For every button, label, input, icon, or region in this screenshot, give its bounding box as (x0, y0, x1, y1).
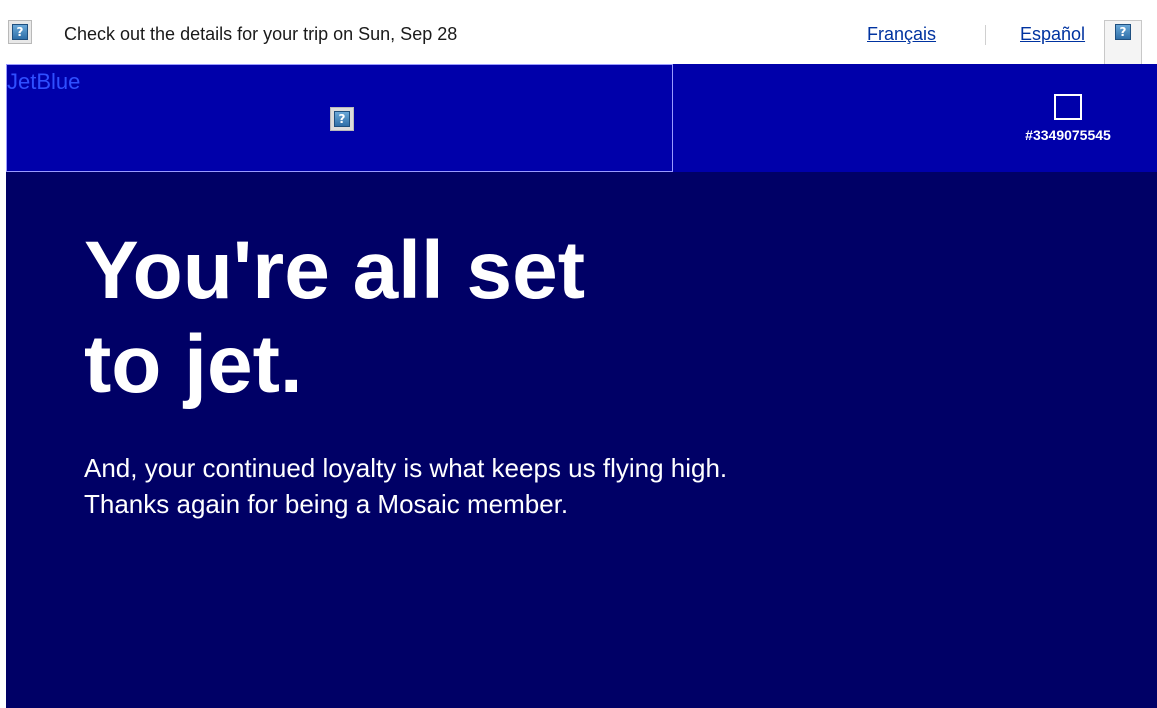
header-nav: JetBlue ? #3349075545 (6, 64, 1157, 172)
logo-link[interactable]: JetBlue ? (6, 64, 673, 172)
broken-image-icon: ? (8, 20, 32, 44)
broken-image-icon: ? (1104, 20, 1142, 66)
logo-alt-text: JetBlue (7, 69, 81, 94)
hero-section: You're all set to jet. And, your continu… (6, 172, 1157, 708)
member-icon (1054, 94, 1082, 120)
broken-image-icon: ? (330, 107, 354, 131)
hero-body: And, your continued loyalty is what keep… (84, 453, 728, 519)
hero-headline: You're all set to jet. (84, 225, 586, 410)
preheader-text: Check out the details for your trip on S… (64, 24, 458, 44)
language-link-spanish[interactable]: Español (1020, 24, 1085, 45)
language-separator (985, 25, 986, 45)
member-account[interactable]: #3349075545 (1003, 94, 1133, 143)
preheader-bar: ? Check out the details for your trip on… (0, 0, 1157, 66)
member-number: #3349075545 (1025, 127, 1111, 143)
language-link-french[interactable]: Français (867, 24, 936, 45)
